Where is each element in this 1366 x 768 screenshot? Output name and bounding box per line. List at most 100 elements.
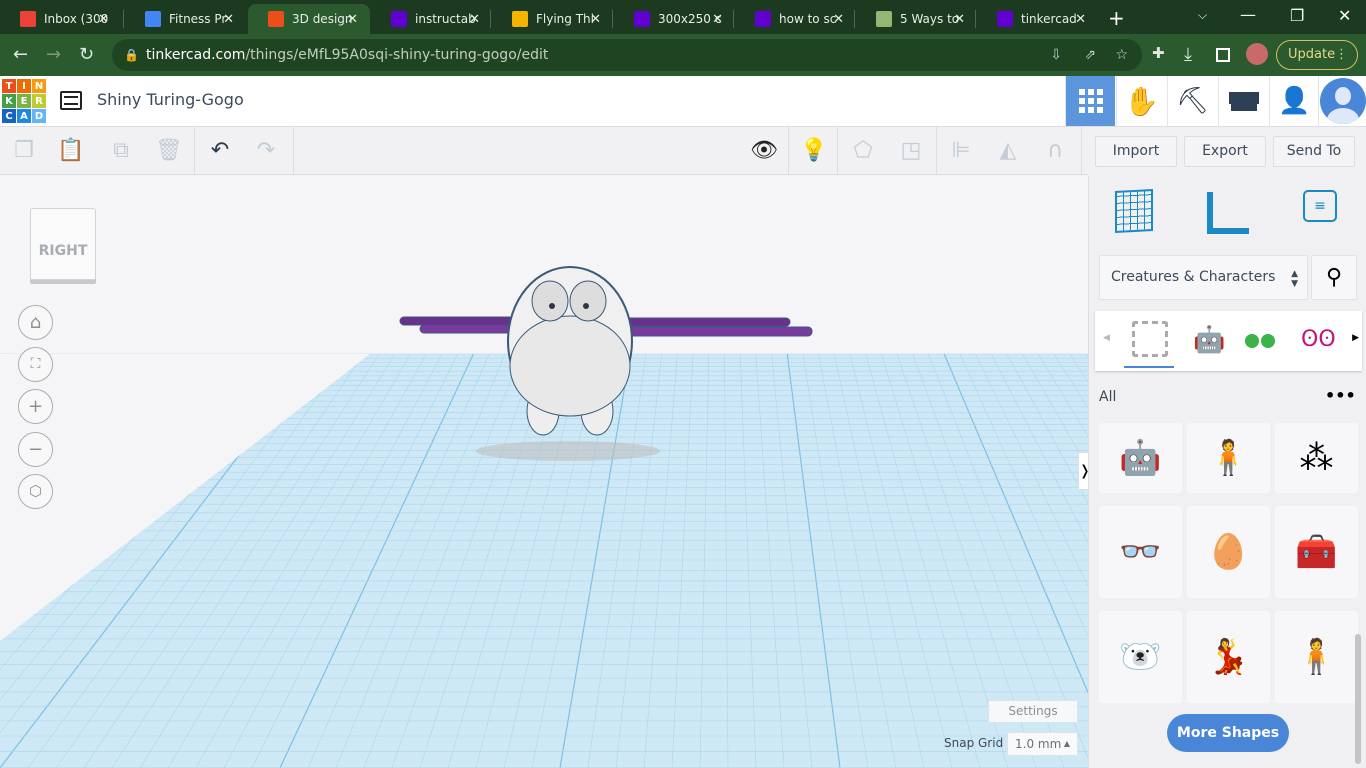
profile-avatar[interactable]: [1246, 43, 1268, 65]
boy-shape[interactable]: 🧍: [1275, 611, 1358, 703]
delete-icon[interactable]: 🗑: [155, 137, 183, 165]
close-tab-icon[interactable]: ✕: [712, 12, 723, 27]
back-icon[interactable]: ←: [13, 44, 28, 65]
home-view-icon[interactable]: ⌂: [18, 305, 53, 340]
glasses-subcategory-icon[interactable]: ʘʘ: [1301, 327, 1336, 352]
browser-tab[interactable]: 300x250 c ✕: [614, 4, 735, 34]
design-title[interactable]: Shiny Turing-Gogo: [97, 90, 244, 109]
light-bulb-icon[interactable]: 💡: [800, 137, 828, 165]
3d-design-grid-icon[interactable]: [1065, 76, 1115, 126]
carousel-prev-icon[interactable]: ◀: [1103, 333, 1110, 343]
close-tab-icon[interactable]: ✕: [1075, 12, 1086, 27]
tab-search-icon[interactable]: ⌵: [1198, 8, 1207, 23]
restore-icon[interactable]: ❐: [1290, 6, 1304, 25]
export-button[interactable]: Export: [1184, 136, 1266, 167]
forward-icon[interactable]: →: [46, 44, 61, 65]
robot-shape[interactable]: 🤖: [1099, 423, 1182, 493]
snap-grid-select[interactable]: 1.0 mm ▲: [1007, 732, 1078, 756]
3d-model-character[interactable]: [390, 261, 820, 461]
browser-tab[interactable]: Flying Thi ✕: [492, 4, 613, 34]
browser-tab[interactable]: 3D design ✕: [248, 4, 370, 34]
codeblocks-hand-icon[interactable]: ✋: [1116, 76, 1166, 126]
group-icon[interactable]: ⬠: [849, 137, 877, 165]
subcategory-all-icon[interactable]: [1132, 321, 1168, 357]
search-icon[interactable]: ⚲: [1311, 255, 1357, 300]
redo-icon[interactable]: ↷: [252, 137, 280, 165]
notes-icon[interactable]: ≡: [1303, 190, 1337, 222]
more-shapes-button[interactable]: More Shapes: [1167, 714, 1289, 752]
mirror-icon[interactable]: ◭: [994, 137, 1022, 165]
undo-icon[interactable]: ↶: [206, 137, 234, 165]
close-tab-icon[interactable]: ✕: [954, 12, 965, 27]
browser-tab[interactable]: instructab ✕: [371, 4, 492, 34]
import-button[interactable]: Import: [1095, 136, 1177, 167]
collapse-panel-button[interactable]: ❭: [1078, 452, 1088, 490]
workplane-icon[interactable]: [1115, 189, 1153, 233]
minimize-icon[interactable]: —: [1240, 5, 1256, 24]
lego-brick-icon[interactable]: [1218, 76, 1268, 126]
cruise-magnet-icon[interactable]: ∩: [1041, 137, 1069, 165]
send-to-button[interactable]: Send To: [1273, 136, 1355, 167]
align-icon[interactable]: ⊫: [947, 137, 975, 165]
more-options-icon[interactable]: •••: [1325, 386, 1356, 405]
subcategory-carousel: ◀ 🤖 ʘʘ ▶: [1095, 311, 1362, 371]
minecraft-pickaxe-icon[interactable]: ⛏: [1167, 76, 1217, 126]
tinkercad-logo[interactable]: TINKERCAD: [2, 79, 46, 123]
browser-tab[interactable]: 5 Ways to ✕: [856, 4, 977, 34]
treasure-shape[interactable]: 🧰: [1275, 506, 1358, 598]
show-hide-icon[interactable]: 👁: [750, 137, 778, 165]
design-list-icon[interactable]: [60, 91, 82, 110]
girl-shape[interactable]: 💃: [1187, 611, 1270, 703]
update-button[interactable]: Update ⋮: [1276, 40, 1358, 70]
view-cube[interactable]: RIGHT: [30, 208, 96, 280]
fit-view-icon[interactable]: ⛶: [18, 347, 53, 382]
oval-shape[interactable]: 🥚: [1187, 506, 1270, 598]
shape-category-select[interactable]: Creatures & Characters ▲ ▼: [1099, 255, 1308, 300]
ortho-view-icon[interactable]: ⬡: [18, 474, 53, 509]
copy-icon[interactable]: ❐: [10, 137, 38, 165]
close-tab-icon[interactable]: ✕: [469, 12, 480, 27]
close-window-icon[interactable]: ✕: [1338, 6, 1351, 25]
close-tab-icon[interactable]: ✕: [347, 12, 358, 27]
robot-subcategory-icon[interactable]: 🤖: [1193, 325, 1225, 355]
side-panel-icon[interactable]: [1216, 48, 1230, 62]
bookmark-star-icon[interactable]: ☆: [1115, 39, 1128, 71]
browser-tab[interactable]: tinkercad ✕: [977, 4, 1098, 34]
new-tab-icon[interactable]: +: [1108, 6, 1125, 30]
yahoo-icon: [997, 11, 1013, 27]
browser-tab[interactable]: Inbox (300 ✕: [0, 4, 121, 34]
zoom-in-icon[interactable]: +: [18, 389, 53, 424]
classroom-icon: [145, 11, 161, 27]
share-icon[interactable]: ⇗: [1084, 39, 1096, 71]
close-tab-icon[interactable]: ✕: [223, 12, 234, 27]
settings-button[interactable]: Settings: [988, 700, 1078, 723]
edit-toolbar: ❐ 📋 ⧉ 🗑 ↶ ↷ 👁 💡 ⬠ ◳ ⊫ ◭ ∩: [0, 127, 1088, 175]
character-shape[interactable]: 🧍: [1187, 423, 1270, 493]
3d-viewport[interactable]: RIGHT ⌂ ⛶ + − ⬡ Settings Snap Grid 1.0 m…: [0, 176, 1088, 768]
extensions-icon[interactable]: ✚: [1152, 44, 1165, 62]
debris-shape[interactable]: ⁂: [1275, 423, 1358, 493]
eyes-subcategory-icon[interactable]: [1245, 333, 1275, 348]
close-tab-icon[interactable]: ✕: [98, 12, 109, 27]
user-avatar-icon[interactable]: [1318, 76, 1366, 126]
reload-icon[interactable]: ↻: [79, 44, 94, 65]
ungroup-icon[interactable]: ◳: [897, 137, 925, 165]
close-tab-icon[interactable]: ✕: [590, 12, 601, 27]
duplicate-icon[interactable]: ⧉: [107, 137, 135, 165]
address-bar-row: ← → ↻ 🔒 tinkercad.com/things/eMfL95A0sqi…: [0, 34, 1366, 76]
zoom-out-icon[interactable]: −: [18, 432, 53, 467]
close-tab-icon[interactable]: ✕: [833, 12, 844, 27]
url-field[interactable]: 🔒 tinkercad.com/things/eMfL95A0sqi-shiny…: [112, 39, 1142, 71]
install-icon[interactable]: ⇩: [1050, 39, 1062, 71]
ruler-icon[interactable]: [1207, 192, 1249, 234]
downloads-icon[interactable]: ⤓: [1184, 44, 1192, 65]
invite-user-icon[interactable]: 👤: [1269, 76, 1319, 126]
browser-tab[interactable]: how to sc ✕: [735, 4, 856, 34]
url-host: tinkercad.com: [146, 47, 246, 63]
browser-tab[interactable]: Fitness Pr ✕: [125, 4, 246, 34]
panel-scrollbar[interactable]: [1355, 634, 1361, 764]
glasses-shape[interactable]: 👓: [1099, 506, 1182, 598]
carousel-next-icon[interactable]: ▶: [1352, 333, 1359, 343]
paste-icon[interactable]: 📋: [57, 137, 85, 165]
polar-bear-shape[interactable]: 🐻‍❄️: [1099, 611, 1182, 703]
